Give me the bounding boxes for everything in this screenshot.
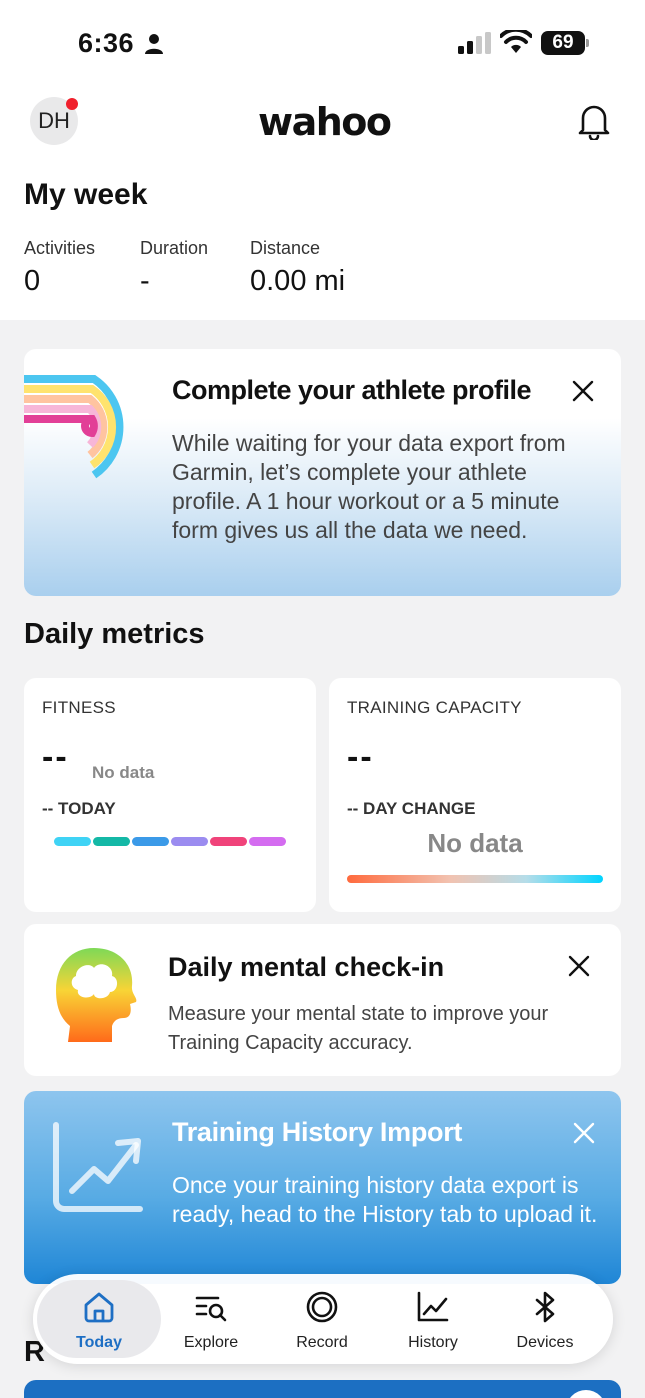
status-time: 6:36 — [78, 28, 135, 58]
home-icon — [84, 1292, 114, 1323]
cellular-signal-icon — [458, 32, 491, 54]
fitness-label: FITNESS — [42, 698, 116, 717]
training-capacity-label: TRAINING CAPACITY — [347, 698, 522, 717]
close-icon[interactable] — [571, 379, 595, 403]
daily-metrics-title: Daily metrics — [24, 618, 205, 650]
training-capacity-card[interactable]: TRAINING CAPACITY -- -- DAY CHANGE No da… — [329, 678, 621, 912]
import-card-description: Once your training history data export i… — [172, 1172, 598, 1227]
fitness-card[interactable]: FITNESS -- No data -- TODAY — [24, 678, 316, 912]
training-capacity-day-change: -- DAY CHANGE — [347, 799, 476, 818]
battery-indicator: 69 — [541, 31, 589, 55]
fitness-segment — [210, 837, 247, 846]
tab-label: Record — [296, 1334, 348, 1351]
tab-record[interactable]: Record — [267, 1280, 377, 1358]
mental-check-in-description: Measure your mental state to improve you… — [168, 1003, 549, 1054]
mental-check-in-card[interactable]: Daily mental check-in Measure your menta… — [24, 924, 621, 1076]
fitness-segment — [249, 837, 286, 846]
my-week-title: My week — [24, 178, 148, 211]
stat-label: Distance — [250, 238, 321, 258]
stat-duration: Duration - — [140, 238, 208, 298]
fitness-segment — [54, 837, 91, 846]
partial-card[interactable] — [24, 1380, 621, 1398]
training-capacity-no-data: No data — [427, 828, 523, 858]
stat-value: - — [140, 265, 150, 297]
tab-label: Explore — [183, 1334, 239, 1351]
fitness-today: -- TODAY — [42, 799, 116, 818]
tab-devices[interactable]: Devices — [490, 1280, 600, 1358]
stat-activities: Activities 0 — [24, 238, 95, 298]
profile-card-description: While waiting for your data export from … — [172, 430, 566, 543]
record-icon — [306, 1291, 338, 1323]
person-icon — [145, 34, 163, 54]
fitness-no-data: No data — [92, 763, 155, 782]
explore-icon — [195, 1296, 227, 1322]
athlete-profile-card[interactable]: Complete your athlete profile While wait… — [24, 349, 621, 596]
fitness-segment — [132, 837, 169, 846]
trend-chart-icon — [53, 1122, 143, 1212]
profile-swirl-illustration — [24, 375, 124, 479]
stat-label: Duration — [140, 238, 209, 258]
battery-percent: 69 — [552, 32, 574, 53]
tab-explore[interactable]: Explore — [156, 1280, 266, 1358]
history-chart-icon — [417, 1291, 449, 1322]
training-capacity-bar — [347, 875, 603, 883]
tab-history[interactable]: History — [378, 1280, 488, 1358]
fitness-segment — [93, 837, 130, 846]
close-icon[interactable] — [567, 954, 591, 978]
stat-distance: Distance 0.00 mi — [250, 238, 345, 298]
training-history-import-card[interactable]: Training History Import Once your traini… — [24, 1091, 621, 1284]
stat-label: Activities — [24, 238, 96, 258]
tab-label: Devices — [516, 1334, 574, 1351]
tab-label: History — [408, 1334, 458, 1351]
profile-card-title: Complete your athlete profile — [172, 375, 532, 405]
training-capacity-value: -- — [347, 738, 374, 776]
avatar-initials: DH — [38, 108, 70, 133]
fitness-segment — [171, 837, 208, 846]
tab-label: Today — [76, 1334, 122, 1351]
brain-head-icon — [56, 948, 137, 1042]
import-card-title: Training History Import — [172, 1117, 463, 1147]
fitness-value: -- — [42, 738, 69, 776]
stat-value: 0.00 mi — [250, 265, 346, 297]
fitness-level-bar — [54, 837, 286, 846]
stat-value: 0 — [24, 265, 41, 297]
bluetooth-icon — [535, 1291, 555, 1323]
notification-dot — [66, 98, 78, 110]
bell-icon[interactable] — [577, 102, 611, 140]
tab-today[interactable]: Today — [37, 1280, 161, 1358]
tab-bar: Today Explore Record History Devices — [33, 1274, 613, 1364]
mental-check-in-title: Daily mental check-in — [168, 952, 445, 982]
close-icon[interactable] — [572, 1121, 596, 1145]
wahoo-logo: wahoo — [258, 100, 392, 144]
wifi-icon — [500, 30, 532, 53]
